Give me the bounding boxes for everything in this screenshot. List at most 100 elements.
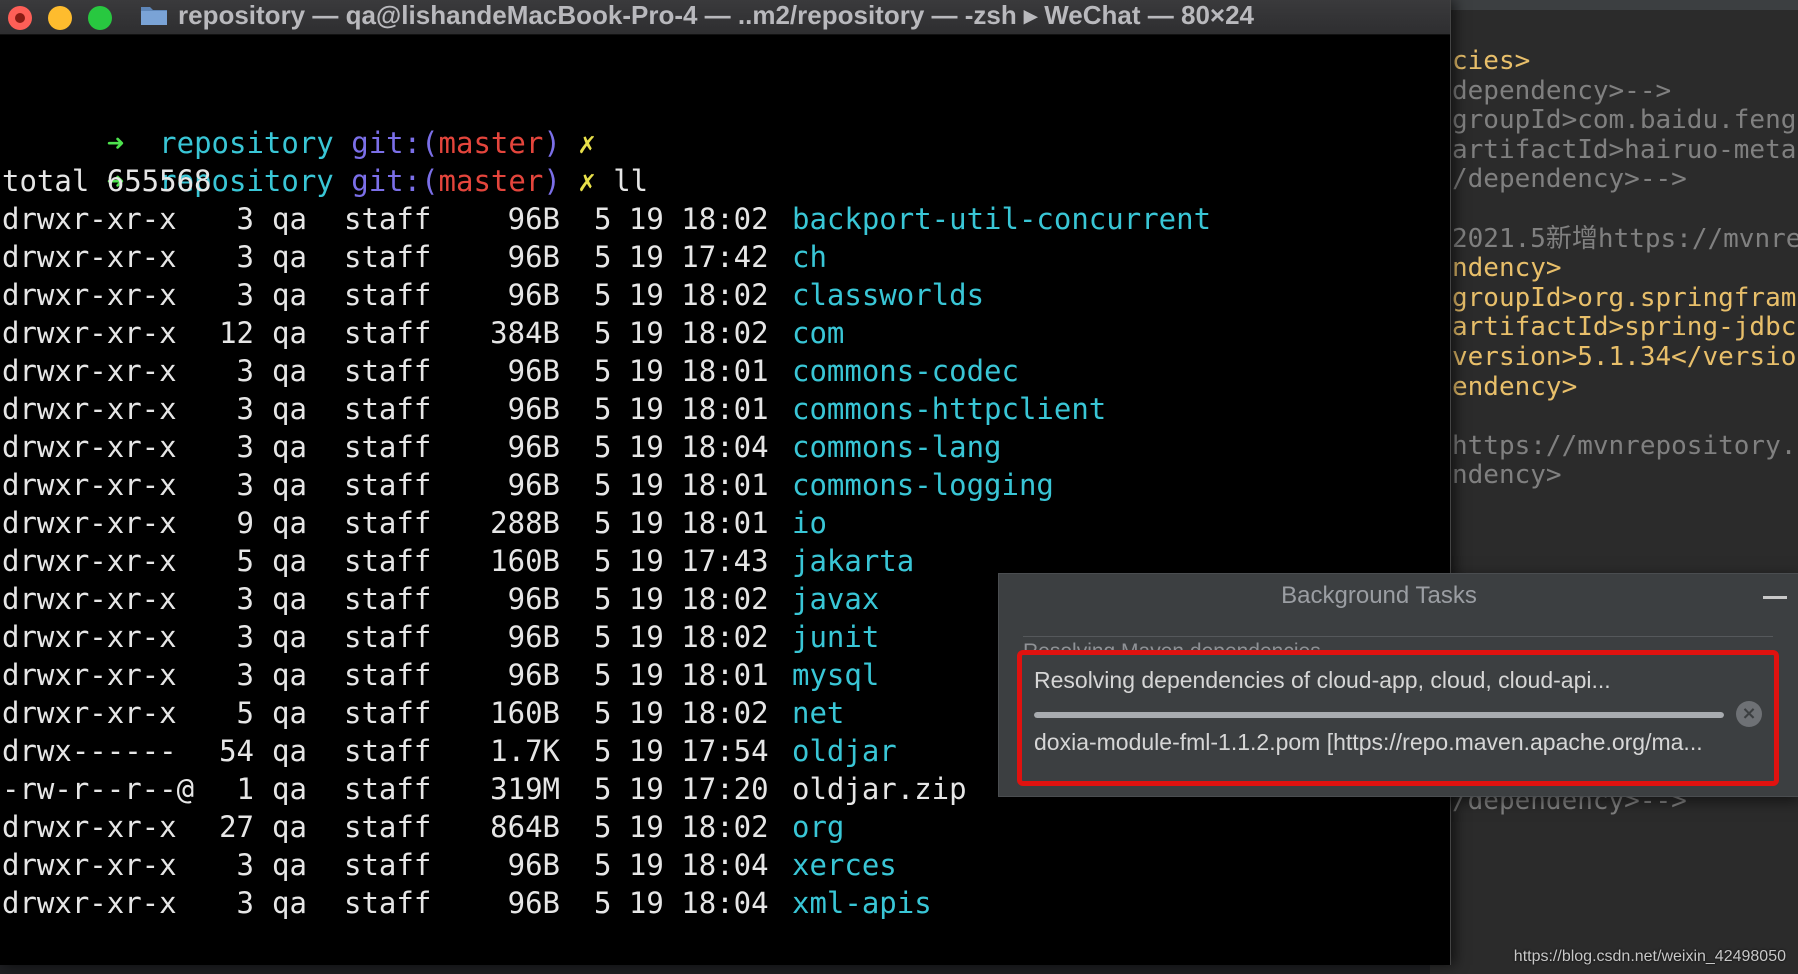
file-size: 384B	[490, 316, 560, 350]
link-count: 3	[236, 240, 254, 274]
entry-name: ch	[792, 240, 827, 274]
task-title: Resolving dependencies of cloud-app, clo…	[1034, 667, 1611, 693]
permissions: drwxr-xr-x	[2, 544, 177, 578]
modified-date: 5 19 18:04	[594, 848, 769, 882]
file-size: 96B	[507, 582, 560, 616]
owner: qa	[272, 810, 307, 844]
permissions: drwxr-xr-x	[2, 430, 177, 464]
ide-code-line: endency>	[1452, 372, 1578, 402]
git-label: git:(	[351, 962, 438, 965]
owner: qa	[272, 886, 307, 920]
permissions: drwxr-xr-x	[2, 468, 177, 502]
owner: qa	[272, 696, 307, 730]
minimize-icon[interactable]	[1763, 596, 1787, 599]
owner: qa	[272, 620, 307, 654]
modified-date: 5 19 18:01	[594, 658, 769, 692]
listing-row: drwxr-xr-x 3 qa staff 96B 5 19 17:42 ch	[2, 238, 1442, 276]
maximize-window-button[interactable]	[88, 6, 112, 30]
listing-row: drwxr-xr-x 12 qa staff 384B 5 19 18:02 com	[2, 314, 1442, 352]
ide-code-line: cies>	[1452, 46, 1531, 76]
listing-row: drwxr-xr-x 3 qa staff 96B 5 19 18:01 commons-h…	[2, 390, 1442, 428]
modified-date: 5 19 18:01	[594, 506, 769, 540]
group: staff	[344, 316, 432, 350]
owner: qa	[272, 658, 307, 692]
group: staff	[344, 544, 432, 578]
modified-date: 5 19 18:02	[594, 316, 769, 350]
permissions: drwx------	[2, 734, 177, 768]
prompt-arrow-icon: ➜	[107, 962, 124, 965]
link-count: 5	[236, 544, 254, 578]
listing-row: drwxr-xr-x 9 qa staff 288B 5 19 18:01 io	[2, 504, 1442, 542]
watermark: https://blog.csdn.net/weixin_42498050	[1513, 948, 1786, 965]
owner: qa	[272, 278, 307, 312]
file-size: 1.7K	[490, 734, 560, 768]
modified-date: 5 19 18:04	[594, 430, 769, 464]
group: staff	[344, 886, 432, 920]
folder-icon	[141, 7, 167, 25]
file-size: 96B	[507, 354, 560, 388]
close-window-button[interactable]	[8, 6, 32, 30]
owner: qa	[272, 354, 307, 388]
entry-name: junit	[792, 620, 880, 654]
entry-name: commons-logging	[792, 468, 1054, 502]
modified-date: 5 19 17:43	[594, 544, 769, 578]
entry-name: commons-codec	[792, 354, 1019, 388]
permissions: drwxr-xr-x	[2, 392, 177, 426]
minimize-window-button[interactable]	[48, 6, 72, 30]
owner: qa	[272, 202, 307, 236]
directory-listing: drwxr-xr-x 3 qa staff 96B 5 19 18:02 backport-…	[2, 200, 1442, 922]
entry-name: commons-httpclient	[792, 392, 1107, 426]
owner: qa	[272, 316, 307, 350]
permissions: drwxr-xr-x	[2, 316, 177, 350]
file-size: 96B	[507, 658, 560, 692]
file-size: 864B	[490, 810, 560, 844]
file-size: 160B	[490, 544, 560, 578]
group: staff	[344, 696, 432, 730]
modified-date: 5 19 18:02	[594, 696, 769, 730]
file-size: 96B	[507, 240, 560, 274]
owner: qa	[272, 430, 307, 464]
file-size: 96B	[507, 886, 560, 920]
permissions: drwxr-xr-x	[2, 582, 177, 616]
entry-name: commons-lang	[792, 430, 1002, 464]
prompt-line-current[interactable]: ➜ repository git:(master) ✗	[2, 922, 1442, 965]
ide-code-line: ndency>	[1452, 460, 1562, 490]
owner: qa	[272, 392, 307, 426]
permissions: drwxr-xr-x	[2, 278, 177, 312]
entry-name: org	[792, 810, 845, 844]
entry-name: jakarta	[792, 544, 915, 578]
file-size: 96B	[507, 468, 560, 502]
group: staff	[344, 392, 432, 426]
modified-date: 5 19 18:01	[594, 468, 769, 502]
background-tasks-popup: Background Tasks Resolving Maven depende…	[998, 573, 1798, 797]
permissions: drwxr-xr-x	[2, 620, 177, 654]
entry-name: mysql	[792, 658, 880, 692]
link-count: 27	[219, 810, 254, 844]
owner: qa	[272, 544, 307, 578]
entry-name: io	[792, 506, 827, 540]
entry-name: backport-util-concurrent	[792, 202, 1212, 236]
cancel-icon[interactable]: ×	[1736, 701, 1762, 727]
file-size: 319M	[490, 772, 560, 806]
link-count: 54	[219, 734, 254, 768]
file-size: 288B	[490, 506, 560, 540]
group: staff	[344, 430, 432, 464]
prompt-directory: repository	[159, 962, 334, 965]
listing-row: drwxr-xr-x 3 qa staff 96B 5 19 18:02 classworl…	[2, 276, 1442, 314]
link-count: 3	[236, 202, 254, 236]
owner: qa	[272, 240, 307, 274]
link-count: 3	[236, 430, 254, 464]
ide-editor-background: ] cies>dependency>-->groupId>com.baidu.f…	[1430, 0, 1798, 974]
owner: qa	[272, 506, 307, 540]
task-progress-fill	[1034, 712, 1724, 718]
link-count: 12	[219, 316, 254, 350]
file-size: 96B	[507, 620, 560, 654]
group: staff	[344, 734, 432, 768]
git-label-close: )	[543, 962, 560, 965]
permissions: -rw-r--r--@	[2, 772, 195, 806]
listing-row: drwxr-xr-x 3 qa staff 96B 5 19 18:02 backport-…	[2, 200, 1442, 238]
terminal-output[interactable]: ➜ repository git:(master) ✗ ➜ repository…	[2, 86, 1442, 965]
link-count: 3	[236, 582, 254, 616]
link-count: 5	[236, 696, 254, 730]
listing-row: drwxr-xr-x 3 qa staff 96B 5 19 18:04 xml-apis	[2, 884, 1442, 922]
